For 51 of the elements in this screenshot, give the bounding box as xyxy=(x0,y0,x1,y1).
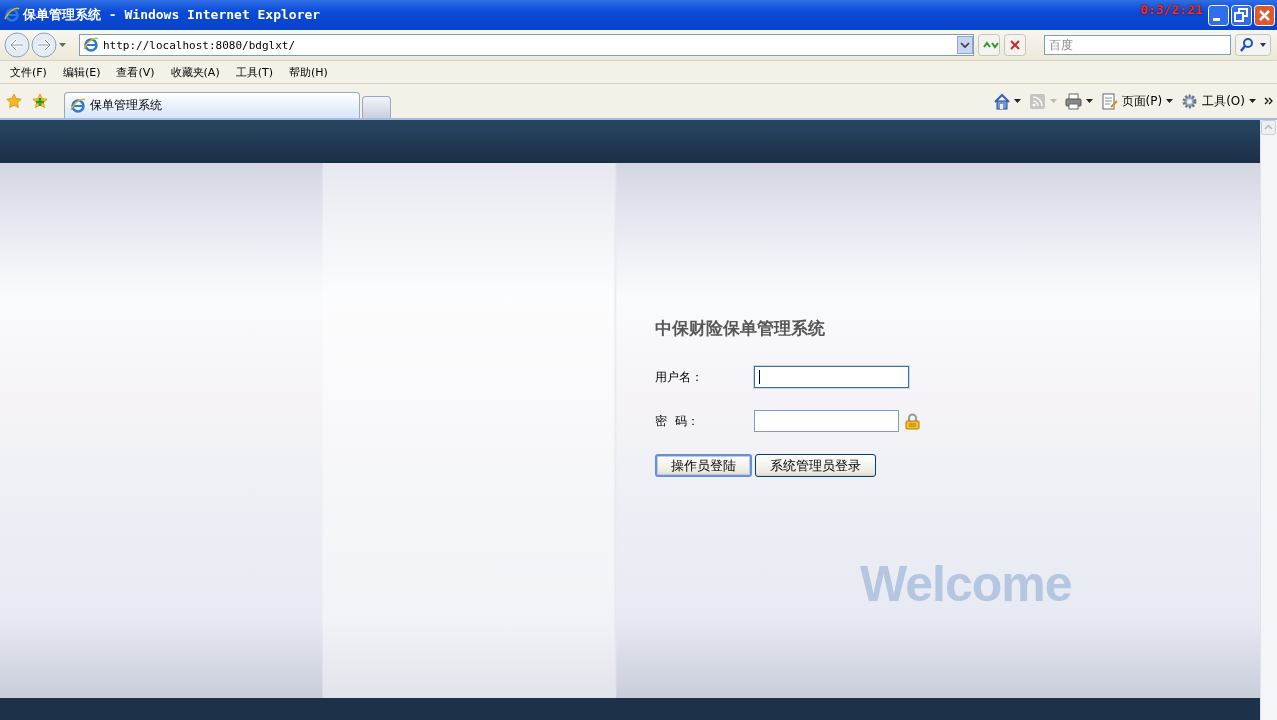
caret-icon xyxy=(1166,99,1174,103)
toolbar-button[interactable]: 页面(P) xyxy=(1100,92,1174,110)
form-title: 中保财险保单管理系统 xyxy=(655,317,826,340)
browser-tab[interactable]: 保单管理系统 xyxy=(64,92,360,118)
page-icon xyxy=(1100,92,1118,110)
restore-icon[interactable] xyxy=(1231,4,1252,26)
home-icon xyxy=(992,92,1010,110)
lock-icon xyxy=(905,412,920,430)
search-icon[interactable] xyxy=(1235,34,1271,56)
minimize-icon[interactable] xyxy=(1208,4,1229,26)
scrollbar[interactable] xyxy=(1260,120,1277,720)
dropdown-icon[interactable] xyxy=(58,42,67,48)
caret-icon xyxy=(1049,99,1057,103)
password-field[interactable] xyxy=(754,410,899,432)
caret-icon xyxy=(1249,99,1256,103)
toolbar-button[interactable] xyxy=(992,92,1021,110)
field-label: 用户名： xyxy=(655,368,704,386)
text-cursor xyxy=(759,370,760,384)
menu-item[interactable]: 文件(F) xyxy=(10,64,47,80)
login-button[interactable]: 操作员登陆 xyxy=(655,454,752,477)
star-icon[interactable] xyxy=(6,93,22,109)
back-icon[interactable] xyxy=(4,32,30,58)
toolbar-button[interactable]: 工具(O) xyxy=(1181,92,1256,110)
refresh-icon[interactable] xyxy=(978,34,1000,56)
window-title: 保单管理系统 - Windows Internet Explorer xyxy=(23,6,321,24)
close-icon[interactable] xyxy=(1254,4,1275,26)
add-favorite-icon[interactable] xyxy=(32,93,48,109)
menu-item[interactable]: 编辑(E) xyxy=(62,64,101,80)
caret-icon xyxy=(1013,99,1021,103)
dropdown-icon[interactable] xyxy=(957,36,973,54)
address-field[interactable]: http://localhost:8080/bdglxt/ xyxy=(79,34,974,56)
more-icon[interactable] xyxy=(1264,97,1273,105)
menu-item[interactable]: 工具(T) xyxy=(235,64,273,80)
page-icon xyxy=(83,37,99,53)
caret-icon xyxy=(1085,99,1093,103)
search-field[interactable]: 百度 xyxy=(1044,35,1231,55)
toolbar-button[interactable] xyxy=(1064,92,1093,110)
stop-icon[interactable] xyxy=(1004,34,1026,56)
menu-item[interactable]: 帮助(H) xyxy=(289,64,328,80)
printer-icon xyxy=(1064,92,1082,110)
forward-icon[interactable] xyxy=(31,32,57,58)
browser-logo-icon xyxy=(4,7,20,23)
login-button[interactable]: 系统管理员登录 xyxy=(755,454,876,477)
feed-icon xyxy=(1028,92,1046,110)
recording-timer: 0:3/2:21 xyxy=(1140,2,1203,17)
menu-item[interactable]: 查看(V) xyxy=(116,64,155,80)
field-label: 密 码： xyxy=(655,412,700,430)
menu-item[interactable]: 收藏夹(A) xyxy=(170,64,220,80)
gear-icon xyxy=(1181,92,1199,110)
browser-logo-icon xyxy=(70,97,86,114)
username-field[interactable] xyxy=(754,366,909,388)
